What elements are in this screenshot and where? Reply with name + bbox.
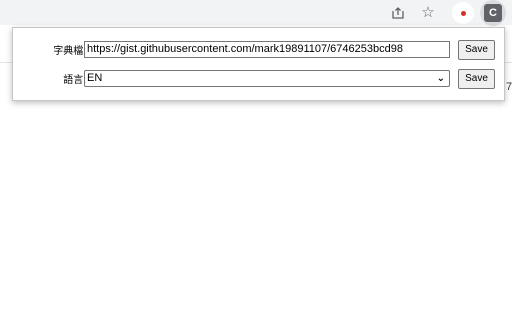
language-label: 語言:	[63, 75, 86, 86]
c-extension-icon[interactable]: C	[484, 4, 502, 22]
language-save-button[interactable]: Save	[458, 69, 495, 89]
browser-toolbar: ☆ C	[0, 0, 512, 26]
share-icon[interactable]	[388, 3, 408, 23]
dictionary-row: 字典檔: https://gist.githubusercontent.com/…	[13, 39, 504, 60]
language-row: 語言: EN ⌄ Save	[13, 68, 504, 89]
dictionary-url-input[interactable]: https://gist.githubusercontent.com/mark1…	[84, 41, 450, 58]
extension-popup: 字典檔: https://gist.githubusercontent.com/…	[12, 27, 505, 101]
background-text-fragment: 7	[506, 81, 512, 93]
language-select[interactable]: EN ⌄	[84, 70, 450, 87]
language-selected-value: EN	[87, 72, 103, 84]
dictionary-label: 字典檔:	[53, 46, 86, 57]
record-extension-icon[interactable]	[452, 2, 474, 24]
dictionary-save-button[interactable]: Save	[458, 40, 495, 60]
chevron-down-icon: ⌄	[436, 73, 445, 84]
c-extension-letter: C	[489, 7, 497, 19]
bookmark-star-icon[interactable]: ☆	[418, 3, 438, 23]
record-dot-icon	[460, 10, 466, 16]
